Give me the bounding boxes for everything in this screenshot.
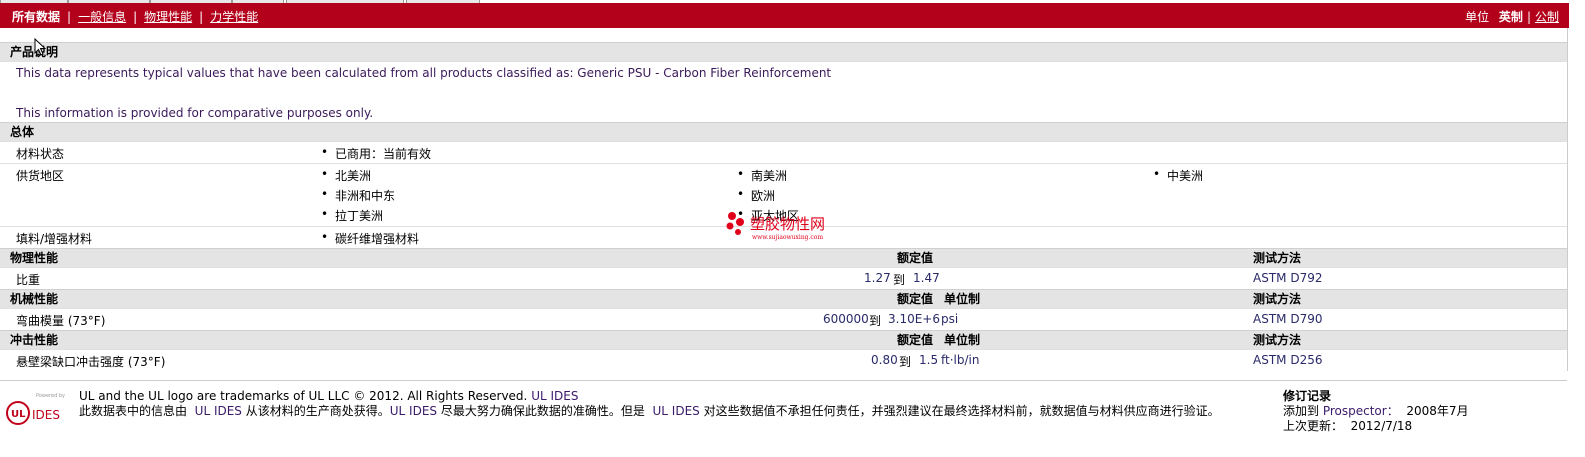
ul-ides-link[interactable]: UL IDES	[390, 404, 437, 418]
general-header: 总体	[0, 122, 1567, 141]
material-status-value: 已商用：当前有效	[321, 145, 431, 162]
region-item: 北美洲	[321, 167, 371, 184]
added-date: 2008年7月	[1406, 404, 1469, 418]
method-column-header: 测试方法	[1253, 292, 1302, 306]
value-unit: ft·lb/in	[941, 353, 980, 367]
units-label: 单位	[1465, 10, 1490, 24]
material-status-label: 材料状态	[16, 147, 65, 161]
section-title: 总体	[10, 125, 35, 139]
nav-physical-properties[interactable]: 物理性能	[144, 10, 192, 24]
logo-ides: IDES	[32, 408, 60, 422]
filler-row: 填料/增强材料 碳纤维增强材料	[0, 226, 1567, 248]
ul-ides-link[interactable]: UL IDES	[531, 389, 578, 403]
supply-region-row: 供货地区 北美洲 南美洲 中美洲 非洲和中东 欧洲 拉丁美洲 亚太地区	[0, 163, 1567, 226]
region-item: 欧洲	[737, 187, 775, 204]
prospector-label: Prospector：	[1322, 404, 1399, 418]
method-column-header: 测试方法	[1253, 333, 1302, 347]
filler-label: 填料/增强材料	[16, 232, 93, 246]
unit-metric-link[interactable]: 公制	[1535, 10, 1559, 24]
disclaimer-part: 对这些数据值不承担任何责任，并强烈建议在最终选择材料前，就数据值与材料供应商进行…	[703, 404, 1220, 418]
nominal-column-header: 额定值	[897, 292, 934, 306]
method-column-header: 测试方法	[1253, 251, 1302, 265]
product-description-header: 产品说明	[0, 42, 1567, 61]
region-item: 南美洲	[737, 167, 787, 184]
footer-disclaimer: UL and the UL logo are trademarks of UL …	[79, 389, 1269, 419]
value-from: 1.27	[864, 271, 891, 285]
value-to: 1.5	[919, 353, 939, 367]
supply-region-label: 供货地区	[16, 169, 65, 183]
value-to: 3.10E+6	[888, 312, 940, 326]
property-name: 比重	[16, 273, 41, 287]
material-status-row: 材料状态 已商用：当前有效	[0, 141, 1567, 163]
revision-history: 修订记录 添加到 Prospector： 2008年7月 上次更新： 2012/…	[1283, 389, 1469, 434]
navigation-bar: 所有数据 | 一般信息 | 物理性能 | 力学性能 单位 英制 | 公制	[0, 3, 1569, 28]
nav-mechanical-properties[interactable]: 力学性能	[210, 10, 258, 24]
unit-imperial[interactable]: 英制	[1499, 10, 1523, 24]
updated-label: 上次更新：	[1283, 419, 1344, 433]
nav-all-data[interactable]: 所有数据	[12, 10, 60, 24]
test-method-link[interactable]: ASTM D790	[1253, 312, 1322, 326]
value-to-word: 到	[899, 355, 912, 369]
value-from: 600000	[823, 312, 869, 326]
logo-powered-by: Powered by	[36, 393, 65, 399]
section-nav: 所有数据 | 一般信息 | 物理性能 | 力学性能	[12, 10, 259, 24]
filler-value: 碳纤维增强材料	[321, 230, 419, 247]
test-method-link[interactable]: ASTM D792	[1253, 271, 1322, 285]
flexural-modulus-row: 弯曲模量 (73°F) 600000 到 3.10E+6 psi ASTM D7…	[0, 308, 1567, 330]
value-unit: psi	[941, 312, 959, 326]
region-item: 非洲和中东	[321, 187, 395, 204]
section-title: 物理性能	[10, 251, 59, 265]
region-item: 拉丁美洲	[321, 207, 383, 224]
ul-ides-logo[interactable]: Powered by UL IDES	[6, 391, 68, 431]
ul-ides-link[interactable]: UL IDES	[195, 404, 242, 418]
notched-izod-row: 悬壁梁缺口冲击强度 (73°F) 0.80 到 1.5 ft·lb/in AST…	[0, 349, 1567, 371]
section-title: 机械性能	[10, 292, 59, 306]
updated-date: 2012/7/18	[1350, 419, 1413, 433]
unit-switch: 单位 英制 | 公制	[1465, 10, 1559, 24]
mouse-cursor-icon	[34, 38, 46, 56]
region-item: 中美洲	[1153, 167, 1203, 184]
unit-column-header: 单位制	[944, 333, 981, 347]
section-title: 冲击性能	[10, 333, 59, 347]
value-from: 0.80	[871, 353, 898, 367]
value-to-word: 到	[893, 273, 906, 287]
specific-gravity-row: 比重 1.27 到 1.47 ASTM D792	[0, 267, 1567, 289]
region-item: 亚太地区	[737, 207, 799, 224]
description-line-2: This information is provided for compara…	[16, 106, 374, 120]
test-method-link[interactable]: ASTM D256	[1253, 353, 1322, 367]
nominal-column-header: 额定值	[897, 333, 934, 347]
disclaimer-part: 从该材料的生产商处获得。	[245, 404, 390, 418]
physical-header: 物理性能 额定值 测试方法	[0, 248, 1567, 267]
disclaimer-part: 此数据表中的信息由	[79, 404, 188, 418]
unit-column-header: 单位制	[944, 292, 981, 306]
trademark-text: UL and the UL logo are trademarks of UL …	[79, 389, 528, 403]
nominal-column-header: 额定值	[897, 251, 934, 265]
footer: Powered by UL IDES UL and the UL logo ar…	[0, 380, 1567, 451]
product-description-row: This data represents typical values that…	[0, 61, 1567, 122]
description-line-1: This data represents typical values that…	[16, 66, 832, 80]
logo-ul: UL	[11, 409, 26, 420]
datasheet-content: 产品说明 This data represents typical values…	[0, 28, 1568, 371]
mechanical-header: 机械性能 额定值 单位制 测试方法	[0, 289, 1567, 308]
nav-general-info[interactable]: 一般信息	[78, 10, 126, 24]
revision-header: 修订记录	[1283, 389, 1332, 403]
impact-header: 冲击性能 额定值 单位制 测试方法	[0, 330, 1567, 349]
ul-ides-link[interactable]: UL IDES	[653, 404, 700, 418]
value-to: 1.47	[913, 271, 940, 285]
disclaimer-part: 尽最大努力确保此数据的准确性。但是	[440, 404, 645, 418]
added-label: 添加到	[1283, 404, 1320, 418]
property-name: 弯曲模量 (73°F)	[16, 314, 106, 328]
value-to-word: 到	[869, 314, 882, 328]
property-name: 悬壁梁缺口冲击强度 (73°F)	[16, 355, 166, 369]
